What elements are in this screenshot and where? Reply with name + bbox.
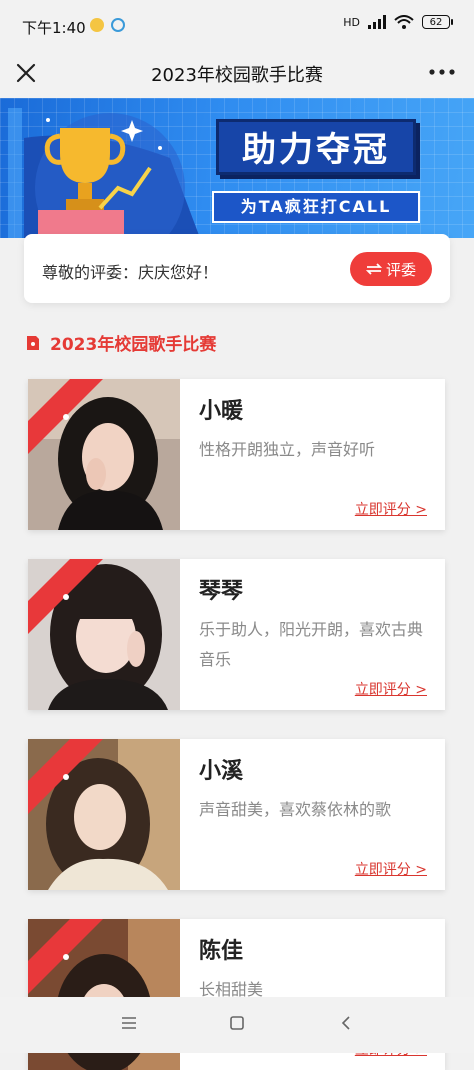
network-label: HD bbox=[343, 15, 360, 29]
swap-arrows-icon bbox=[365, 263, 382, 275]
wifi-icon bbox=[394, 15, 414, 29]
contestant-photo bbox=[28, 559, 180, 710]
home-icon[interactable] bbox=[229, 1015, 245, 1031]
status-indicators: HD 62 bbox=[343, 15, 453, 29]
ribbon-badge bbox=[28, 379, 103, 454]
chat-notification-icon bbox=[111, 18, 125, 32]
contestant-photo bbox=[28, 379, 180, 530]
banner-headline: 助力夺冠 bbox=[216, 119, 416, 175]
signal-icon bbox=[368, 15, 386, 29]
contestant-card[interactable]: 小溪 声音甜美，喜欢蔡依林的歌 立即评分 > bbox=[28, 739, 445, 890]
rate-link[interactable]: 立即评分 > bbox=[355, 859, 427, 879]
judge-button[interactable]: 评委 bbox=[350, 252, 432, 286]
contestant-photo bbox=[28, 739, 180, 890]
page-title: 2023年校园歌手比赛 bbox=[151, 65, 323, 86]
nav-bar: 2023年校园歌手比赛 bbox=[0, 48, 474, 98]
battery-icon: 62 bbox=[422, 15, 453, 29]
contestant-desc: 声音甜美，喜欢蔡依林的歌 bbox=[199, 800, 392, 819]
bookmark-icon bbox=[27, 335, 39, 350]
greeting-text: 尊敬的评委：庆庆您好！ bbox=[42, 263, 219, 282]
ribbon-badge bbox=[28, 559, 103, 634]
back-icon[interactable] bbox=[339, 1015, 353, 1031]
contestant-card[interactable]: 小暖 性格开朗独立，声音好听 立即评分 > bbox=[28, 379, 445, 530]
section-header: 2023年校园歌手比赛 bbox=[26, 330, 216, 355]
contestant-name: 琴琴 bbox=[199, 579, 244, 604]
ribbon-badge bbox=[28, 739, 103, 814]
app-notification-icon bbox=[90, 18, 104, 32]
contestant-card[interactable]: 琴琴 乐于助人，阳光开朗，喜欢古典音乐 立即评分 > bbox=[28, 559, 445, 710]
system-nav-bar bbox=[0, 997, 474, 1053]
contestant-name: 陈佳 bbox=[199, 939, 244, 964]
greeting-card: 尊敬的评委：庆庆您好！ 评委 bbox=[24, 234, 450, 303]
rate-link[interactable]: 立即评分 > bbox=[355, 499, 427, 519]
contestant-name: 小暖 bbox=[199, 399, 244, 424]
contestant-name: 小溪 bbox=[199, 759, 244, 784]
ribbon-badge bbox=[28, 919, 103, 994]
judge-button-label: 评委 bbox=[385, 260, 416, 279]
banner-subline: 为TA疯狂打CALL bbox=[212, 191, 420, 223]
status-time: 下午1:40 bbox=[22, 19, 86, 37]
rate-link[interactable]: 立即评分 > bbox=[355, 679, 427, 699]
menu-icon[interactable] bbox=[120, 1015, 138, 1031]
status-bar: 下午1:40 HD 62 bbox=[0, 0, 474, 48]
more-icon[interactable] bbox=[428, 60, 456, 84]
section-title: 2023年校园歌手比赛 bbox=[50, 335, 217, 355]
trophy-icon bbox=[0, 98, 1, 99]
contestant-desc: 性格开朗独立，声音好听 bbox=[199, 440, 376, 459]
contestant-desc: 乐于助人，阳光开朗，喜欢古典音乐 bbox=[199, 620, 424, 669]
